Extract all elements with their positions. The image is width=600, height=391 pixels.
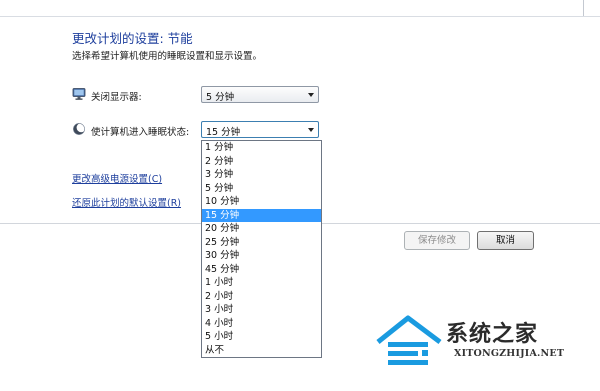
dropdown-option[interactable]: 3 小时	[202, 303, 321, 317]
chevron-down-icon	[308, 128, 314, 132]
display-off-select[interactable]: 5 分钟	[201, 86, 319, 103]
dropdown-option[interactable]: 1 分钟	[202, 141, 321, 155]
dropdown-option[interactable]: 45 分钟	[202, 263, 321, 277]
window-top-edge	[583, 0, 592, 16]
watermark-name: 系统之家	[446, 321, 539, 347]
dropdown-option[interactable]: 5 分钟	[202, 182, 321, 196]
dropdown-option[interactable]: 2 小时	[202, 290, 321, 304]
page-title: 更改计划的设置: 节能	[72, 31, 193, 46]
watermark-url: XITONGZHIJIA.NET	[454, 348, 565, 359]
dropdown-option[interactable]: 10 分钟	[202, 195, 321, 209]
window-top-bar	[0, 0, 600, 16]
display-off-label: 关闭显示器:	[91, 92, 142, 103]
dropdown-option[interactable]: 从不	[202, 344, 321, 358]
chevron-down-icon	[308, 93, 314, 97]
sleep-label: 使计算机进入睡眠状态:	[91, 127, 190, 138]
house-logo-icon	[376, 315, 442, 365]
cancel-button[interactable]: 取消	[477, 231, 534, 250]
sleep-dropdown-list[interactable]: 1 分钟 2 分钟 3 分钟 5 分钟 10 分钟 15 分钟 20 分钟 25 分钟 30 分…	[201, 140, 322, 358]
sleep-value: 15 分钟	[206, 127, 241, 138]
moon-icon	[73, 123, 86, 135]
dropdown-option[interactable]: 2 分钟	[202, 155, 321, 169]
dropdown-option[interactable]: 25 分钟	[202, 236, 321, 250]
dropdown-option[interactable]: 3 分钟	[202, 168, 321, 182]
display-off-value: 5 分钟	[206, 92, 235, 103]
dropdown-option[interactable]: 15 分钟	[202, 208, 321, 222]
dropdown-option[interactable]: 30 分钟	[202, 249, 321, 263]
top-divider	[0, 16, 600, 17]
sleep-select[interactable]: 15 分钟	[201, 121, 319, 138]
site-watermark: 系统之家 XITONGZHIJIA.NET	[372, 312, 594, 384]
restore-defaults-link[interactable]: 还原此计划的默认设置(R)	[72, 195, 181, 209]
page-subtitle: 选择希望计算机使用的睡眠设置和显示设置。	[72, 51, 263, 62]
monitor-icon	[72, 88, 86, 100]
advanced-settings-link[interactable]: 更改高级电源设置(C)	[72, 171, 162, 185]
dropdown-option[interactable]: 4 小时	[202, 317, 321, 331]
save-button[interactable]: 保存修改	[404, 231, 470, 250]
dropdown-option[interactable]: 1 小时	[202, 276, 321, 290]
dropdown-option[interactable]: 20 分钟	[202, 222, 321, 236]
dropdown-option[interactable]: 5 小时	[202, 330, 321, 344]
